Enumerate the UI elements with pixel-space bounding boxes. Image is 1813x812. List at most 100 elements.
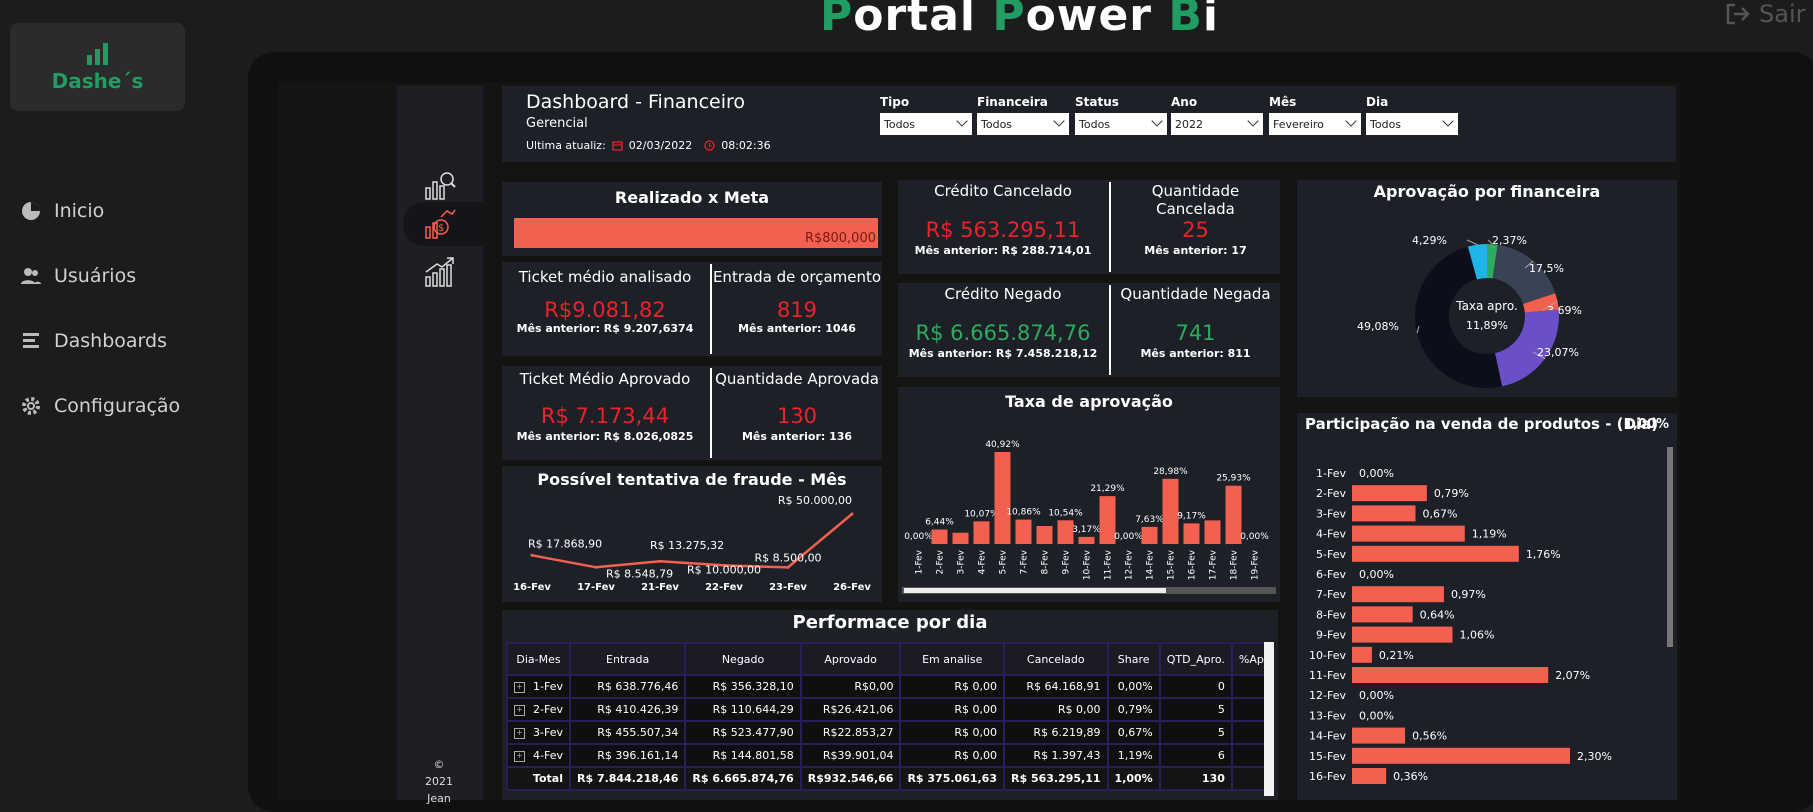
expand-icon[interactable]: + — [514, 681, 525, 693]
taxa-bar[interactable] — [1141, 526, 1158, 544]
participacao-bar[interactable] — [1352, 667, 1549, 683]
participacao-bar[interactable] — [1352, 485, 1427, 502]
nav-item-dashboards[interactable]: Dashboards — [20, 330, 167, 352]
fraude-tick-label: 22-Fev — [705, 582, 743, 593]
column-header[interactable]: Dia-Mes — [506, 642, 571, 676]
table-cell: 0,79% — [1106, 697, 1161, 722]
participacao-tick-label: 7-Fev — [1316, 588, 1346, 601]
nav-label: Configuração — [54, 395, 181, 417]
column-header[interactable]: Entrada — [568, 642, 687, 676]
participacao-bar[interactable] — [1352, 505, 1416, 522]
taxa-bar[interactable] — [1225, 485, 1242, 544]
column-header[interactable]: QTD_Apro. — [1158, 642, 1233, 676]
participacao-data-label: 1,06% — [1459, 629, 1494, 642]
taxa-tick-label: 9-Fev — [1062, 549, 1072, 574]
taxa-bar[interactable] — [931, 529, 948, 544]
participacao-bar[interactable] — [1352, 545, 1519, 562]
participacao-tick-label: 3-Fev — [1316, 507, 1346, 520]
filter-select-dia[interactable]: Todos — [1366, 113, 1458, 135]
taxa-data-label: 0,00% — [1240, 532, 1269, 542]
kpi-title: Quantidade Aprovada — [715, 370, 879, 388]
table-row[interactable]: +1-Fev R$ 638.776,46 R$ 356.328,10 R$0,00 R$… — [506, 674, 1266, 699]
nav-item-configuracao[interactable]: Configuração — [20, 395, 180, 417]
participacao-bar[interactable] — [1352, 727, 1406, 744]
kpi-title: Quantidade Negada — [1120, 285, 1271, 303]
table-cell: R$ 0,00 — [899, 697, 1005, 722]
table-cell: +2-Fev — [506, 697, 571, 722]
brand-card[interactable]: Dashe´s — [10, 23, 185, 111]
taxa-bar[interactable] — [1057, 520, 1074, 544]
filter-label-status: Status — [1075, 95, 1119, 109]
total-cell: 130 — [1158, 766, 1233, 791]
fraude-point[interactable] — [658, 559, 662, 563]
expand-icon[interactable]: + — [514, 727, 525, 739]
filter-select-ano[interactable]: 2022 — [1171, 113, 1263, 135]
table-cell: 0,67% — [1106, 720, 1161, 745]
table-cell: 6,44% — [1230, 697, 1266, 722]
finance-icon[interactable]: $ — [423, 207, 457, 241]
taxa-bar[interactable] — [1078, 536, 1095, 544]
fraude-point[interactable] — [530, 553, 534, 557]
fraude-point[interactable] — [786, 565, 790, 569]
column-header[interactable]: Share — [1106, 642, 1161, 676]
taxa-bar[interactable] — [1036, 526, 1053, 544]
filter-select-mês[interactable]: Fevereiro — [1269, 113, 1361, 135]
nav-item-inicio[interactable]: Inicio — [20, 200, 104, 222]
filter-select-status[interactable]: Todos — [1075, 113, 1167, 135]
filter-select-financeira[interactable]: Todos — [977, 113, 1069, 135]
portal-title-part: P — [820, 0, 854, 41]
search-report-icon[interactable] — [423, 168, 457, 202]
table-row[interactable]: +4-Fev R$ 396.161,14 R$ 144.801,58 R$39.901… — [506, 743, 1266, 768]
participacao-bar[interactable] — [1352, 606, 1413, 623]
fraude-point[interactable] — [850, 512, 854, 516]
taxa-tick-label: 2-Fev — [936, 549, 946, 574]
table-row[interactable]: +3-Fev R$ 455.507,34 R$ 523.477,90 R$22.853… — [506, 720, 1266, 745]
participacao-bar[interactable] — [1352, 646, 1372, 663]
kpi-negado-card: Crédito Negado R$ 6.665.874,76 Mês anter… — [898, 283, 1280, 377]
table-cell: R$22.853,27 — [799, 720, 902, 745]
taxa-bar[interactable] — [952, 532, 969, 544]
total-cell: R$ 6.665.874,76 — [684, 766, 802, 791]
filter-label-mês: Mês — [1269, 95, 1297, 109]
taxa-bar[interactable] — [1204, 520, 1221, 544]
expand-icon[interactable]: + — [514, 704, 525, 716]
fraude-point[interactable] — [594, 565, 598, 569]
table-cell: 0 — [1158, 674, 1233, 699]
taxa-bar[interactable] — [1162, 478, 1179, 544]
participacao-data-label: 0,00% — [1359, 467, 1394, 480]
kpi-entrada: Entrada de orçamento 819 Mês anterior: 1… — [712, 262, 882, 356]
participacao-bar[interactable] — [1352, 626, 1453, 643]
fraude-data-label: R$ 8.548,79 — [606, 567, 673, 580]
clock-icon — [704, 140, 715, 151]
participacao-bar[interactable] — [1352, 525, 1465, 542]
participacao-bar[interactable] — [1352, 747, 1570, 764]
taxa-bar[interactable] — [1099, 496, 1116, 544]
taxa-bar[interactable] — [1183, 523, 1200, 544]
participacao-scrollbar[interactable] — [1667, 447, 1673, 647]
column-header[interactable]: Aprovado — [799, 642, 902, 676]
filter-select-tipo[interactable]: Todos — [880, 113, 972, 135]
cell-value: 1-Fev — [533, 680, 563, 693]
table-cell: 5,02% — [1230, 720, 1266, 745]
table-cell: R$ 1.397,43 — [1003, 743, 1109, 768]
kpi-previous: Mês anterior: R$ 9.207,6374 — [516, 322, 694, 335]
table-scrollbar[interactable] — [1264, 642, 1274, 796]
column-header[interactable]: Negado — [684, 642, 802, 676]
column-header[interactable]: Cancelado — [1003, 642, 1109, 676]
growth-chart-icon[interactable] — [423, 255, 457, 289]
participacao-tick-label: 12-Fev — [1309, 689, 1346, 702]
participacao-bar[interactable] — [1352, 768, 1387, 784]
column-header[interactable]: %Aparovação — [1230, 642, 1266, 676]
aprovacao-financeira-card: Aprovação por financeira 4,29% 2,37% 17,5%… — [1297, 180, 1677, 397]
taxa-bar[interactable] — [1015, 519, 1032, 544]
footer-year: © 2021 — [425, 758, 453, 788]
taxa-bar[interactable] — [994, 452, 1011, 544]
column-header[interactable]: Em analise — [899, 642, 1005, 676]
table-row[interactable]: +2-Fev R$ 410.426,39 R$ 110.644,29 R$26.421… — [506, 697, 1266, 722]
taxa-bar[interactable] — [973, 521, 990, 544]
expand-icon[interactable]: + — [514, 750, 525, 762]
taxa-scrollbar-thumb[interactable] — [904, 588, 1166, 593]
participacao-bar[interactable] — [1352, 586, 1444, 603]
logout-button[interactable]: Sair — [1725, 0, 1805, 28]
nav-item-usuarios[interactable]: Usuários — [20, 265, 136, 287]
